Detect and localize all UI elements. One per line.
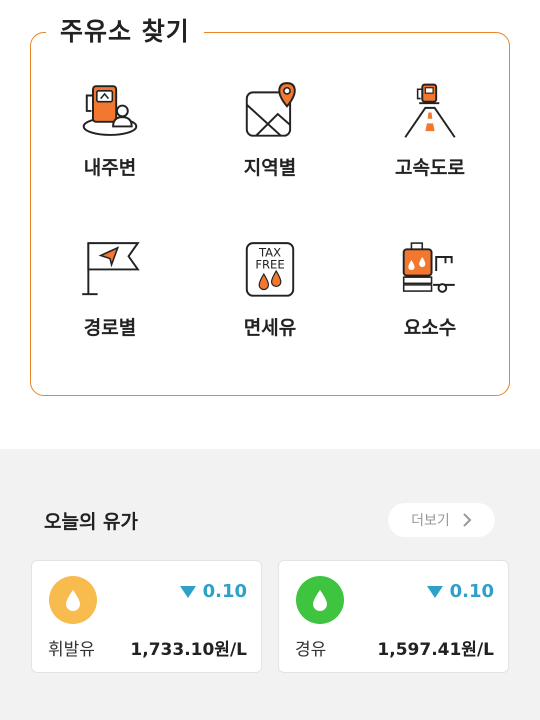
find-highway-label: 고속도로 — [395, 157, 465, 179]
diesel-name: 경유 — [295, 640, 327, 660]
chevron-right-icon — [463, 513, 472, 527]
route-flag-icon — [82, 242, 140, 296]
gasoline-price-card[interactable]: 0.10 휘발유 1,733.10원/L — [31, 560, 262, 673]
diesel-drop-icon — [296, 576, 344, 624]
find-nearby-label: 내주변 — [83, 157, 137, 179]
gasoline-change-value: 0.10 — [202, 581, 247, 602]
diesel-price: 1,597.41원/L — [377, 640, 494, 660]
nearby-station-icon — [82, 85, 138, 136]
find-by-route-button[interactable]: 경로별 — [30, 200, 190, 340]
gasoline-change: 0.10 — [179, 581, 247, 602]
more-button[interactable]: 더보기 — [388, 503, 495, 537]
today-prices-title: 오늘의 유가 — [44, 511, 139, 533]
urea-truck-icon — [402, 242, 455, 293]
find-tax-free-label: 면세유 — [243, 317, 297, 339]
more-label: 더보기 — [411, 513, 450, 529]
down-triangle-icon — [426, 585, 443, 598]
find-highway-button[interactable]: 고속도로 — [350, 40, 510, 180]
find-by-region-label: 지역별 — [243, 157, 297, 179]
find-urea-label: 요소수 — [403, 317, 457, 339]
gasoline-name: 휘발유 — [48, 640, 95, 660]
gasoline-drop-icon — [49, 576, 97, 624]
find-urea-button[interactable]: 요소수 — [350, 200, 510, 340]
map-pin-icon — [245, 82, 296, 137]
diesel-price-card[interactable]: 0.10 경유 1,597.41원/L — [278, 560, 509, 673]
today-prices-section: 오늘의 유가 더보기 0.10 휘발유 1,733.10원/L 0.10 경유 … — [0, 449, 540, 720]
find-by-route-label: 경로별 — [83, 317, 137, 339]
tax-free-icon: TAX FREE — [245, 242, 295, 297]
diesel-change: 0.10 — [426, 581, 494, 602]
gasoline-price: 1,733.10원/L — [130, 640, 247, 660]
find-tax-free-button[interactable]: TAX FREE 면세유 — [190, 200, 350, 340]
down-triangle-icon — [179, 585, 196, 598]
find-nearby-button[interactable]: 내주변 — [30, 40, 190, 180]
find-by-region-button[interactable]: 지역별 — [190, 40, 350, 180]
highway-icon — [404, 83, 456, 138]
free-label: FREE — [255, 258, 284, 272]
diesel-change-value: 0.10 — [449, 581, 494, 602]
